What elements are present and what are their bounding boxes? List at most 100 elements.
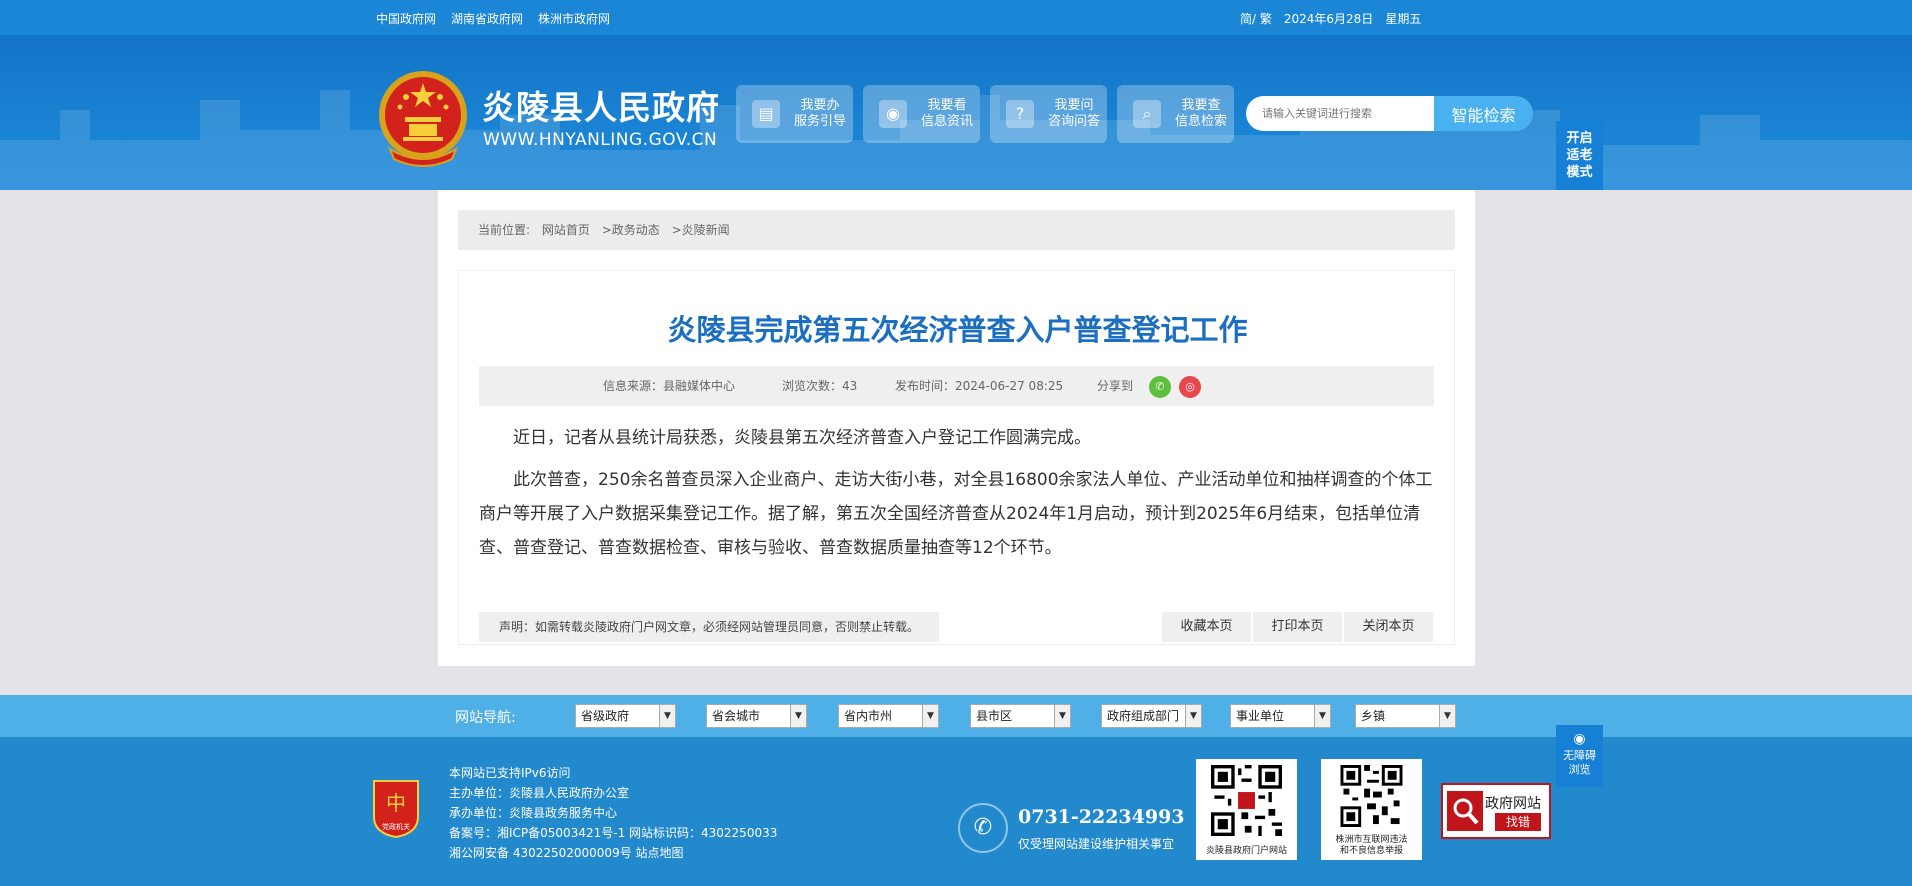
link-zhuzhou-gov[interactable]: 株洲市政府网 (538, 10, 610, 27)
lang-switch[interactable]: 简/ 繁 (1240, 10, 1272, 27)
magnifier-icon (1447, 791, 1483, 831)
elder-mode-button[interactable]: 开启适老模式 (1556, 121, 1603, 190)
party-gov-badge-icon[interactable]: 中 党政机关 (370, 777, 422, 839)
qr-report-caption-1: 株洲市互联网违法 (1335, 835, 1408, 845)
wechat-share-icon[interactable]: ✆ (1149, 376, 1171, 398)
site-nav-strip: 网站导航: 省级政府 ▼ 省会城市 ▼ 省内市州 ▼ 县市区 ▼ 政府组成部门 ▼ 事业单… (0, 695, 1912, 737)
qr-code-icon (1340, 765, 1403, 827)
search-icon: ⌕ (1133, 100, 1161, 128)
contact-phone: 0731-22234993 (1018, 806, 1185, 828)
bookmark-button[interactable]: 收藏本页 (1162, 612, 1251, 642)
site-header: 炎陵县人民政府 WWW.HNYANLING.GOV.CN ▤ 我要办 服务引导 ◉… (0, 35, 1912, 190)
breadcrumb: 当前位置: 网站首页 >政务动态 >炎陵新闻 (458, 210, 1455, 250)
qr-portal-caption: 炎陵县政府门户网站 (1205, 846, 1287, 856)
eye-icon: ◉ (1573, 731, 1586, 747)
article: 炎陵县完成第五次经济普查入户普查登记工作 信息来源：县融媒体中心 浏览次数：43… (458, 270, 1455, 645)
print-button[interactable]: 打印本页 (1253, 612, 1342, 642)
select-townships[interactable]: 乡镇 ▼ (1355, 704, 1456, 728)
content-panel: 当前位置: 网站首页 >政务动态 >炎陵新闻 炎陵县完成第五次经济普查入户普查登… (438, 190, 1475, 666)
article-paragraph: 近日，记者从县统计局获悉，炎陵县第五次经济普查入户登记工作圆满完成。 (513, 428, 1091, 448)
national-emblem-icon (379, 71, 467, 167)
article-body: 近日，记者从县统计局获悉，炎陵县第五次经济普查入户登记工作圆满完成。 此次普查，… (479, 421, 1434, 573)
elder-mode-label: 开启适老模式 (1566, 131, 1593, 180)
link-central-gov[interactable]: 中国政府网 (376, 10, 436, 27)
weibo-share-icon[interactable]: ◎ (1179, 376, 1201, 398)
article-meta: 信息来源：县融媒体中心 浏览次数：43 发布时间：2024-06-27 08:2… (479, 366, 1434, 406)
smart-search-button[interactable]: 智能检索 (1434, 96, 1533, 131)
top-links: 中国政府网 湖南省政府网 株洲市政府网 (376, 10, 610, 27)
document-icon: ▤ (752, 100, 780, 128)
info-search-label-1: 我要查 (1181, 98, 1221, 113)
chevron-down-icon: ▼ (1054, 705, 1070, 727)
select-cities-in-province[interactable]: 省内市州 ▼ (838, 704, 939, 728)
breadcrumb-home[interactable]: 网站首页 (542, 223, 590, 237)
qr-report-caption: 株洲市互联网违法 和不良信息举报 (1321, 835, 1422, 857)
sponsor: 主办单位：炎陵县人民政府办公室 (449, 786, 630, 800)
info-news-label-1: 我要看 (927, 98, 967, 113)
article-views: 浏览次数：43 (782, 379, 858, 393)
ipv6-note: 本网站已支持IPv6访问 (449, 766, 571, 780)
svg-text:中: 中 (386, 791, 406, 815)
select-public-institutions[interactable]: 事业单位 ▼ (1230, 704, 1331, 728)
article-paragraph: 此次普查，250余名普查员深入企业商户、走访大街小巷，对全县16800余家法人单… (479, 470, 1433, 558)
info-search-button[interactable]: ⌕ 我要查 信息检索 (1117, 85, 1234, 143)
info-news-label-2: 信息资讯 (921, 114, 974, 129)
link-hunan-gov[interactable]: 湖南省政府网 (451, 10, 523, 27)
question-icon: ? (1006, 100, 1034, 128)
consult-qa-label-1: 我要问 (1054, 98, 1094, 113)
share-label: 分享到 (1097, 379, 1134, 393)
phone-icon: ✆ (958, 803, 1008, 853)
search-input[interactable] (1246, 96, 1434, 131)
police-record: 湘公网安备 43022502000009号 站点地图 (449, 846, 684, 860)
select-gov-departments[interactable]: 政府组成部门 ▼ (1101, 704, 1202, 728)
report-label-1: 政府网站 (1485, 796, 1541, 812)
site-name: 炎陵县人民政府 (482, 88, 720, 127)
select-gov-departments-value: 政府组成部门 (1107, 709, 1180, 723)
breadcrumb-yanling-news[interactable]: >炎陵新闻 (672, 223, 730, 237)
chevron-down-icon: ▼ (1314, 705, 1330, 727)
accessibility-button[interactable]: ◉ 无障碍浏览 (1556, 725, 1603, 787)
current-date: 2024年6月28日 (1283, 12, 1374, 26)
consult-qa-button[interactable]: ? 我要问 咨询问答 (990, 85, 1107, 143)
site-nav-label: 网站导航: (455, 710, 516, 726)
icp-record: 备案号：湘ICP备05003421号-1 网站标识码：4302250033 (449, 826, 778, 840)
breadcrumb-label: 当前位置: (478, 223, 531, 237)
qr-code-icon (1211, 765, 1282, 836)
search-bar: 智能检索 (1246, 96, 1533, 131)
organizer: 承办单位：炎陵县政务服务中心 (449, 806, 618, 820)
select-counties[interactable]: 县市区 ▼ (970, 704, 1071, 728)
site-url: WWW.HNYANLING.GOV.CN (483, 130, 718, 150)
footer-info: 本网站已支持IPv6访问 主办单位：炎陵县人民政府办公室 承办单位：炎陵县政务服… (449, 763, 777, 863)
article-published: 发布时间：2024-06-27 08:25 (895, 379, 1064, 393)
select-provincial-gov-value: 省级政府 (581, 709, 630, 723)
service-guide-button[interactable]: ▤ 我要办 服务引导 (736, 85, 853, 143)
chevron-down-icon: ▼ (1185, 705, 1201, 727)
select-public-institutions-value: 事业单位 (1236, 709, 1285, 723)
info-search-label-2: 信息检索 (1175, 114, 1228, 129)
qr-code-portal: 炎陵县政府门户网站 (1196, 759, 1297, 860)
report-error-button[interactable]: 政府网站 找错 (1441, 783, 1551, 839)
qr-code-report: 株洲市互联网违法 和不良信息举报 (1321, 759, 1422, 860)
consult-qa-label-2: 咨询问答 (1048, 114, 1101, 129)
chevron-down-icon: ▼ (659, 705, 675, 727)
breadcrumb-gov-news[interactable]: >政务动态 (602, 223, 660, 237)
service-guide-label-2: 服务引导 (794, 114, 847, 129)
chevron-down-icon: ▼ (1439, 705, 1455, 727)
contact-phone-note: 仅受理网站建设维护相关事宜 (1018, 837, 1175, 851)
close-page-button[interactable]: 关闭本页 (1344, 612, 1433, 642)
top-bar: 中国政府网 湖南省政府网 株洲市政府网 简/ 繁 2024年6月28日 星期五 (0, 0, 1912, 35)
select-cities-in-province-value: 省内市州 (844, 709, 893, 723)
select-provincial-capitals[interactable]: 省会城市 ▼ (706, 704, 807, 728)
badge-text: 党政机关 (382, 822, 410, 831)
top-right: 简/ 繁 2024年6月28日 星期五 (1240, 10, 1421, 27)
article-actions: 收藏本页 打印本页 关闭本页 (1162, 612, 1433, 642)
select-counties-value: 县市区 (976, 709, 1013, 723)
chevron-down-icon: ▼ (922, 705, 938, 727)
copyright-notice: 声明：如需转载炎陵政府门户网文章，必须经网站管理员同意，否则禁止转载。 (479, 612, 939, 642)
eye-icon: ◉ (879, 100, 907, 128)
info-news-button[interactable]: ◉ 我要看 信息资讯 (863, 85, 980, 143)
report-label-2: 找错 (1495, 813, 1541, 831)
select-provincial-gov[interactable]: 省级政府 ▼ (575, 704, 676, 728)
qr-report-caption-2: 和不良信息举报 (1339, 846, 1403, 856)
article-source: 信息来源：县融媒体中心 (603, 379, 736, 393)
